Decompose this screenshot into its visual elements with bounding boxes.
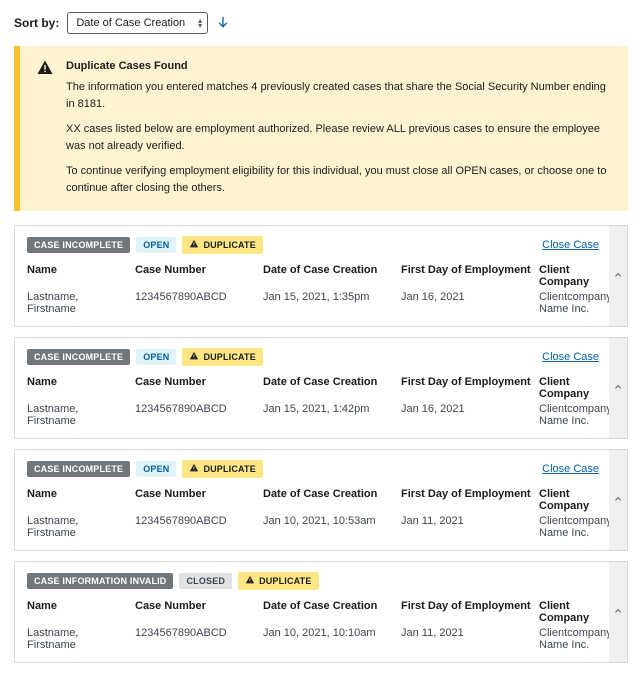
duplicate-badge: DUPLICATE: [182, 348, 262, 366]
col-casenum-header: Case Number: [135, 600, 255, 624]
col-casenum-header: Case Number: [135, 376, 255, 400]
sort-direction-button[interactable]: [216, 15, 230, 32]
col-company-header: Client Company: [539, 488, 612, 512]
col-firstday-header: First Day of Employment: [401, 264, 531, 288]
col-casenum-value: 1234567890ABCD: [135, 627, 255, 651]
state-badge: OPEN: [136, 349, 176, 365]
col-firstday-value: Jan 16, 2021: [401, 403, 531, 427]
alert-text-1: The information you entered matches 4 pr…: [66, 79, 612, 113]
badge-row: CASE INCOMPLETE OPEN DUPLICATE Close Cas…: [27, 236, 599, 254]
col-date-header: Date of Case Creation: [263, 488, 393, 512]
collapse-toggle[interactable]: [609, 562, 627, 662]
chevron-up-icon: [613, 605, 623, 619]
warning-icon: [189, 351, 199, 363]
state-badge: CLOSED: [179, 573, 232, 589]
case-grid: Name Case Number Date of Case Creation F…: [27, 600, 599, 651]
badge-row: CASE INCOMPLETE OPEN DUPLICATE Close Cas…: [27, 348, 599, 366]
warning-icon: [189, 239, 199, 251]
duplicate-badge: DUPLICATE: [182, 460, 262, 478]
col-company-value: Clientcompany Name Inc.: [539, 291, 612, 315]
case-list: CASE INCOMPLETE OPEN DUPLICATE Close Cas…: [14, 225, 628, 663]
collapse-toggle[interactable]: [609, 450, 627, 550]
col-company-value: Clientcompany Name Inc.: [539, 627, 612, 651]
duplicate-badge: DUPLICATE: [238, 572, 318, 590]
col-date-value: Jan 15, 2021, 1:35pm: [263, 291, 393, 315]
col-name-header: Name: [27, 600, 127, 624]
alert-title: Duplicate Cases Found: [66, 58, 612, 75]
chevron-updown-icon: ▴▾: [198, 18, 202, 28]
col-casenum-value: 1234567890ABCD: [135, 291, 255, 315]
arrow-down-icon: [216, 15, 230, 29]
col-name-header: Name: [27, 488, 127, 512]
sort-row: Sort by: Date of Case Creation ▴▾: [14, 12, 628, 34]
col-company-header: Client Company: [539, 264, 612, 288]
case-card: CASE INCOMPLETE OPEN DUPLICATE Close Cas…: [14, 225, 628, 327]
col-company-value: Clientcompany Name Inc.: [539, 403, 612, 427]
chevron-up-icon: [613, 381, 623, 395]
badge-row: CASE INFORMATION INVALID CLOSED DUPLICAT…: [27, 572, 599, 590]
col-name-value: Lastname, Firstname: [27, 515, 127, 539]
col-firstday-value: Jan 11, 2021: [401, 515, 531, 539]
case-grid: Name Case Number Date of Case Creation F…: [27, 488, 599, 539]
col-company-header: Client Company: [539, 376, 612, 400]
duplicate-alert: Duplicate Cases Found The information yo…: [14, 46, 628, 211]
status-badge: CASE INCOMPLETE: [27, 461, 130, 477]
col-company-header: Client Company: [539, 600, 612, 624]
case-grid: Name Case Number Date of Case Creation F…: [27, 264, 599, 315]
state-badge: OPEN: [136, 461, 176, 477]
case-card: CASE INFORMATION INVALID CLOSED DUPLICAT…: [14, 561, 628, 663]
sort-select-value: Date of Case Creation: [76, 17, 185, 29]
col-casenum-header: Case Number: [135, 488, 255, 512]
warning-icon: [245, 575, 255, 587]
col-date-header: Date of Case Creation: [263, 264, 393, 288]
col-name-value: Lastname, Firstname: [27, 627, 127, 651]
case-card: CASE INCOMPLETE OPEN DUPLICATE Close Cas…: [14, 449, 628, 551]
col-date-value: Jan 15, 2021, 1:42pm: [263, 403, 393, 427]
sort-select[interactable]: Date of Case Creation ▴▾: [67, 12, 208, 34]
alert-text-2: XX cases listed below are employment aut…: [66, 121, 612, 155]
col-firstday-value: Jan 16, 2021: [401, 291, 531, 315]
alert-body: Duplicate Cases Found The information yo…: [66, 58, 612, 197]
status-badge: CASE INCOMPLETE: [27, 349, 130, 365]
chevron-up-icon: [613, 269, 623, 283]
col-name-header: Name: [27, 264, 127, 288]
col-firstday-header: First Day of Employment: [401, 488, 531, 512]
close-case-link[interactable]: Close Case: [542, 351, 599, 363]
warning-icon: [189, 463, 199, 475]
sort-label: Sort by:: [14, 16, 59, 30]
collapse-toggle[interactable]: [609, 226, 627, 326]
case-card: CASE INCOMPLETE OPEN DUPLICATE Close Cas…: [14, 337, 628, 439]
close-case-link[interactable]: Close Case: [542, 463, 599, 475]
state-badge: OPEN: [136, 237, 176, 253]
col-date-value: Jan 10, 2021, 10:10am: [263, 627, 393, 651]
warning-icon: [36, 59, 54, 197]
duplicate-badge: DUPLICATE: [182, 236, 262, 254]
col-name-value: Lastname, Firstname: [27, 291, 127, 315]
col-firstday-value: Jan 11, 2021: [401, 627, 531, 651]
col-casenum-value: 1234567890ABCD: [135, 403, 255, 427]
status-badge: CASE INFORMATION INVALID: [27, 573, 173, 589]
chevron-up-icon: [613, 493, 623, 507]
collapse-toggle[interactable]: [609, 338, 627, 438]
alert-text-3: To continue verifying employment eligibi…: [66, 163, 612, 197]
col-casenum-value: 1234567890ABCD: [135, 515, 255, 539]
col-company-value: Clientcompany Name Inc.: [539, 515, 612, 539]
col-date-header: Date of Case Creation: [263, 600, 393, 624]
col-date-header: Date of Case Creation: [263, 376, 393, 400]
badge-row: CASE INCOMPLETE OPEN DUPLICATE Close Cas…: [27, 460, 599, 478]
col-name-value: Lastname, Firstname: [27, 403, 127, 427]
col-firstday-header: First Day of Employment: [401, 600, 531, 624]
col-firstday-header: First Day of Employment: [401, 376, 531, 400]
close-case-link[interactable]: Close Case: [542, 239, 599, 251]
col-name-header: Name: [27, 376, 127, 400]
case-grid: Name Case Number Date of Case Creation F…: [27, 376, 599, 427]
col-casenum-header: Case Number: [135, 264, 255, 288]
col-date-value: Jan 10, 2021, 10:53am: [263, 515, 393, 539]
status-badge: CASE INCOMPLETE: [27, 237, 130, 253]
